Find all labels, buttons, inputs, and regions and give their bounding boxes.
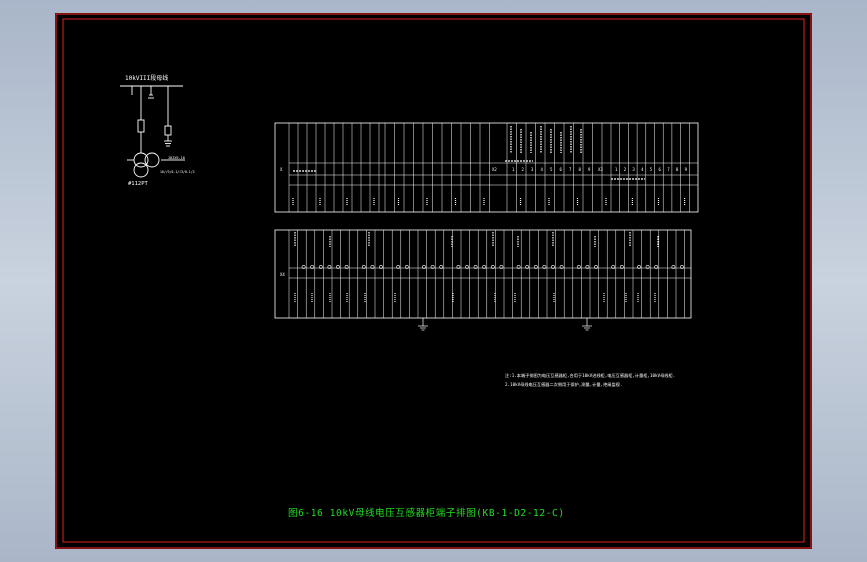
terminal-number: 1 — [512, 167, 515, 172]
table2-left-label: X4 — [280, 272, 285, 277]
note-line-2: 2.10kV母线电压互感器二次侧用于保护,测量,计量,绝缘监视. — [505, 381, 622, 388]
outer-frame — [55, 13, 812, 549]
pt-spec-top: JDZX9-10 — [168, 156, 185, 160]
terminal-number: 2 — [624, 167, 627, 172]
terminal-number: 6 — [659, 167, 662, 172]
fuse — [137, 119, 145, 133]
drawing-title: 图6-16 10kV母线电压互感器柜端子排图(KB-1-D2-12-C) — [288, 507, 565, 519]
terminal-number: 8 — [579, 167, 582, 172]
arrester — [164, 125, 172, 136]
pt-spec-bottom: 10/√3/0.1/√3/0.1/3 — [160, 170, 195, 174]
terminal-number: 7 — [667, 167, 670, 172]
note-line-1: 注:1.本端子排图为电压互感器柜,合用于10kV进线柜,电压互感器柜,计量柜,1… — [505, 372, 675, 379]
table1-mid-label: X2 — [492, 167, 497, 172]
terminal-table-2 — [274, 229, 692, 331]
terminal-number: 6 — [560, 167, 563, 172]
table1-right-label: X3 — [598, 167, 603, 172]
bus-label: 10kVIII段母线 — [125, 74, 168, 82]
terminal-number: 1 — [615, 167, 618, 172]
terminal-number: 5 — [650, 167, 653, 172]
terminal-number: 7 — [569, 167, 572, 172]
terminal-number: 3 — [531, 167, 534, 172]
terminal-number: 2 — [522, 167, 525, 172]
terminal-number: 3 — [632, 167, 635, 172]
terminal-number: 8 — [676, 167, 679, 172]
drawing-canvas: 123456789123456789 10kVIII段母线 #112PT JDZ… — [55, 13, 812, 549]
terminal-number: 4 — [641, 167, 644, 172]
table-border — [274, 229, 692, 319]
single-line-diagram — [120, 85, 185, 178]
terminal-number: 9 — [588, 167, 591, 172]
drawing-svg: 123456789123456789 10kVIII段母线 #112PT JDZ… — [55, 13, 812, 549]
table1-left-label: X — [280, 167, 283, 172]
pt-label: #112PT — [128, 181, 149, 187]
terminal-number: 9 — [685, 167, 688, 172]
terminal-number: 4 — [541, 167, 544, 172]
terminal-number: 5 — [550, 167, 553, 172]
pt-winding-2 — [144, 152, 160, 168]
pt-winding-3 — [133, 162, 149, 178]
inner-frame — [62, 18, 805, 543]
terminal-table-1: 123456789123456789 — [274, 122, 699, 213]
